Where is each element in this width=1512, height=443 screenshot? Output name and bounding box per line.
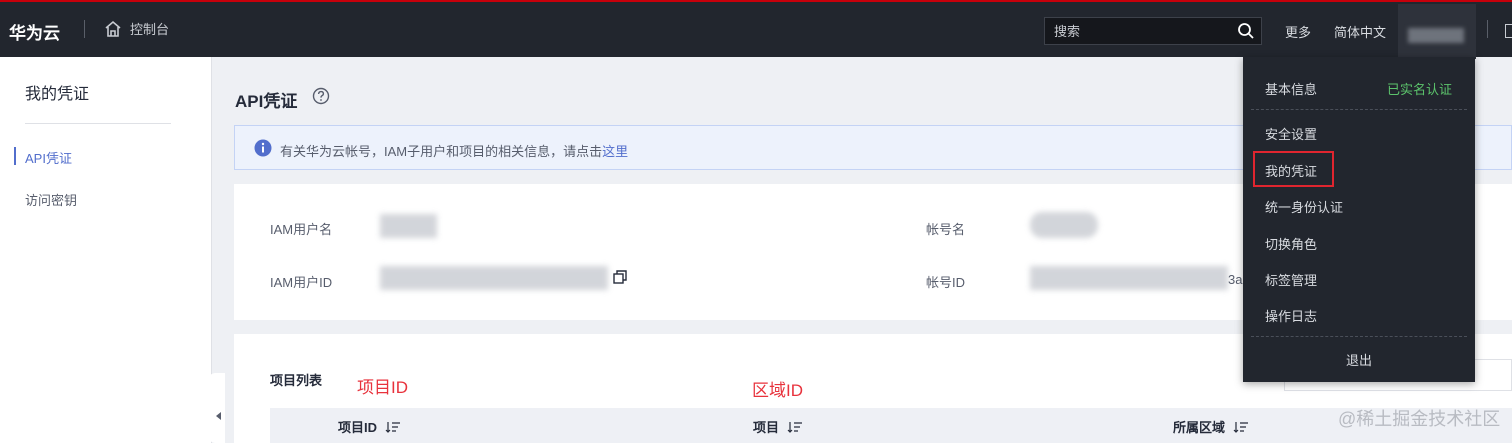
column-header-project[interactable]: 项目 [753,417,803,436]
column-header-label: 所属区域 [1173,420,1226,435]
chevron-left-icon[interactable] [216,412,221,420]
sidebar: 我的凭证 API凭证 访问密钥 [0,57,212,443]
sidebar-title: 我的凭证 [25,86,90,103]
divider [1251,109,1467,110]
menu-item-my-credentials[interactable]: 我的凭证 [1265,161,1317,180]
divider [84,20,85,38]
menu-item-tag-management[interactable]: 标签管理 [1265,270,1317,289]
info-message: 有关华为云帐号，IAM子用户和项目的相关信息，请点击 [280,144,603,159]
column-header-label: 项目 [753,420,780,435]
info-text: 有关华为云帐号，IAM子用户和项目的相关信息，请点击这里 [280,141,628,160]
sort-icon[interactable] [787,421,803,433]
divider [1251,336,1467,337]
account-name-redacted [1030,212,1098,238]
help-icon[interactable] [312,87,330,105]
iam-user-name-redacted [380,214,437,238]
cart-icon[interactable] [1505,24,1512,38]
divider [1487,20,1488,38]
sidebar-collapse-handle[interactable] [207,373,225,443]
menu-item-security-settings[interactable]: 安全设置 [1265,124,1317,143]
logout-button[interactable]: 退出 [1243,350,1475,369]
account-name-label: 帐号名 [926,222,966,237]
username-redacted [1408,28,1464,43]
search-input[interactable] [1045,18,1230,44]
sort-icon[interactable] [385,421,401,433]
divider [25,123,171,124]
account-id-tail: 3a [1228,272,1243,287]
menu-item-basic-info[interactable]: 基本信息 [1265,79,1317,98]
iam-user-id-redacted [380,266,608,290]
more-menu[interactable]: 更多 [1285,22,1311,41]
iam-user-id-label: IAM用户ID [270,275,333,290]
column-header-label: 项目ID [338,420,378,435]
watermark: @稀土掘金技术社区 [1338,409,1501,429]
sidebar-item-api-credentials[interactable]: API凭证 [25,148,72,167]
console-label: 控制台 [130,22,170,37]
menu-item-iam[interactable]: 统一身份认证 [1265,197,1343,216]
account-id-label: 帐号ID [926,275,966,290]
verified-badge: 已实名认证 [1387,82,1453,97]
sort-icon[interactable] [1233,421,1249,433]
project-list-title: 项目列表 [270,373,323,388]
search-box[interactable] [1044,17,1262,45]
account-id-redacted [1030,266,1228,290]
info-link[interactable]: 这里 [602,144,628,159]
annotation-project-id: 项目ID [357,378,408,397]
column-header-project-id[interactable]: 项目ID [338,417,401,436]
user-dropdown-menu: 基本信息 已实名认证 安全设置 我的凭证 统一身份认证 切换角色 标签管理 操作… [1243,57,1475,382]
console-link[interactable]: 控制台 [104,19,169,38]
language-switch[interactable]: 简体中文 [1334,22,1386,41]
table-header [270,408,1512,443]
sidebar-item-access-keys[interactable]: 访问密钥 [25,190,77,209]
search-icon[interactable] [1237,22,1255,40]
active-indicator [14,147,16,165]
page-title: API凭证 [235,92,298,111]
menu-item-switch-role[interactable]: 切换角色 [1265,234,1317,253]
info-icon [254,139,272,157]
top-nav-bar: 华为云 控制台 更多 简体中文 [0,0,1512,59]
annotation-region-id: 区域ID [752,381,803,400]
user-menu[interactable] [1398,4,1476,59]
column-header-region[interactable]: 所属区域 [1173,417,1249,436]
menu-item-operation-log[interactable]: 操作日志 [1265,306,1317,325]
home-icon [105,20,121,37]
copy-icon[interactable] [613,270,627,284]
brand-logo[interactable]: 华为云 [9,19,60,44]
iam-user-name-label: IAM用户名 [270,222,333,237]
